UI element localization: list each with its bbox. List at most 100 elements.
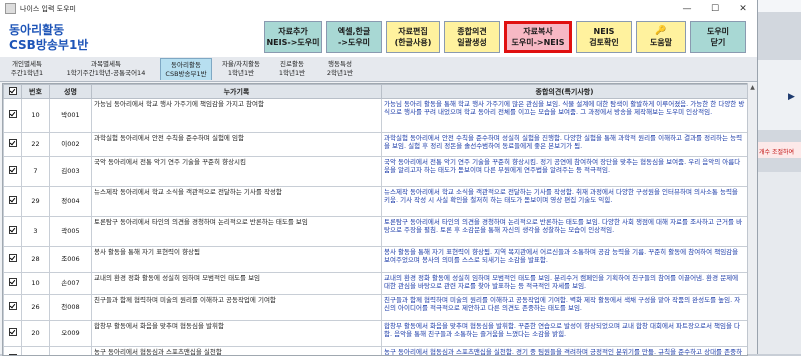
minimize-button[interactable]: —: [673, 0, 701, 17]
row-number: 20: [22, 321, 50, 347]
tab-career[interactable]: 진로활동 1학년1반: [270, 58, 314, 80]
select-all-checkbox[interactable]: [4, 85, 22, 99]
table-row[interactable]: 10손007교내의 환경 정화 활동에 성실히 임하며 모범적인 태도를 보임교…: [4, 273, 748, 295]
tab-subject[interactable]: 과목별세특 1학기주간1학년-공통국어14: [54, 58, 158, 80]
background-area: [758, 172, 801, 354]
row-opinion[interactable]: 과학실험 동아리에서 안전 수칙을 준수하며 성실히 실험을 진행함. 다양한 …: [382, 133, 748, 157]
row-opinion[interactable]: 뉴스제작 동아리에서 학교 소식을 객관적으로 전달하는 기사를 작성함. 취재…: [382, 187, 748, 217]
neis-review-button[interactable]: NEIS 검토확인: [576, 21, 632, 53]
tab-sublabel: CSB방송부1반: [161, 70, 211, 79]
tab-label: 행동특성: [318, 60, 362, 69]
import-excel-hwp-button[interactable]: 엑셀,한글 ->도우미: [326, 21, 382, 53]
tab-sublabel: 1학기주간1학년-공통국어14: [54, 69, 158, 78]
row-checkbox[interactable]: [4, 157, 22, 187]
row-name: 박001: [50, 99, 92, 133]
row-number: 29: [22, 187, 50, 217]
table-row[interactable]: 29정004뉴스제작 동아리에서 학교 소식을 객관적으로 전달하는 기사를 작…: [4, 187, 748, 217]
table-row[interactable]: 7김003국악 동아리에서 전통 악기 연주 기술을 꾸준히 향상시킴국악 동아…: [4, 157, 748, 187]
row-name: 정004: [50, 187, 92, 217]
window-title: 나이스 입력 도우미: [20, 4, 673, 14]
checkbox-icon: [9, 302, 17, 310]
row-checkbox[interactable]: [4, 321, 22, 347]
app-window: 나이스 입력 도우미 — ☐ ✕ 동아리활동 CSB방송부1반 자료추가 NEI…: [0, 0, 758, 354]
maximize-button[interactable]: ☐: [701, 0, 729, 17]
batch-opinion-button[interactable]: 종합의견 일괄생성: [444, 21, 500, 53]
tab-label: 과목별세특: [54, 60, 158, 69]
row-checkbox[interactable]: [4, 295, 22, 321]
row-name: 곽005: [50, 217, 92, 247]
col-number[interactable]: 번호: [22, 85, 50, 99]
copy-to-neis-button[interactable]: 자료복사 도우미->NEIS: [504, 21, 572, 53]
table-row[interactable]: 3곽005토론탐구 동아리에서 타인의 의견을 경청하며 논리적으로 반론하는 …: [4, 217, 748, 247]
row-checkbox[interactable]: [4, 187, 22, 217]
batch-sub: 일괄생성: [457, 37, 486, 48]
tab-individual[interactable]: 개인별세특 주간1학년1: [4, 58, 50, 80]
scroll-up-icon[interactable]: ▲: [748, 83, 757, 92]
col-name[interactable]: 성명: [50, 85, 92, 99]
tab-club[interactable]: 동아리활동 CSB방송부1반: [160, 58, 212, 80]
help-label: 도움말: [650, 37, 672, 48]
row-number: 28: [22, 247, 50, 273]
row-number: 26: [22, 295, 50, 321]
tab-label: 진로활동: [270, 60, 314, 69]
tab-autonomy[interactable]: 자율/자치활동 1학년1반: [216, 58, 266, 80]
row-record[interactable]: 봉사 활동을 통해 자기 표현력이 향상됨: [92, 247, 382, 273]
row-opinion[interactable]: 토론탐구 동아리에서 타인의 의견을 경청하며 논리적으로 반론하는 태도를 보…: [382, 217, 748, 247]
records-grid: 번호 성명 누가기록 종합의견(특기사항) 10박001가능님 동아리에서 학교…: [2, 83, 748, 356]
checkbox-icon: [9, 196, 17, 204]
tab-sublabel: 주간1학년1: [4, 69, 50, 78]
tab-sublabel: 1학년1반: [270, 69, 314, 78]
row-record[interactable]: 가능님 동아리에서 학교 행사 가주기에 책임감을 가지고 참여함: [92, 99, 382, 133]
row-checkbox[interactable]: [4, 247, 22, 273]
copy-sub: 도우미->NEIS: [511, 37, 564, 48]
row-record[interactable]: 농구 동아리에서 협동심과 스포츠맨십을 실천함: [92, 347, 382, 356]
row-opinion[interactable]: 봉사 활동을 통해 자기 표현력이 향상됨. 지역 복지관에서 어르신들과 소통…: [382, 247, 748, 273]
row-record[interactable]: 합창부 활동에서 화음을 맞추며 협동심을 발휘함: [92, 321, 382, 347]
add-data-neis-button[interactable]: 자료추가 NEIS->도우미: [264, 21, 322, 53]
expand-arrow-icon[interactable]: ▶: [788, 92, 795, 102]
col-opinion[interactable]: 종합의견(특기사항): [382, 85, 748, 99]
checkbox-icon: [9, 226, 17, 234]
row-checkbox[interactable]: [4, 217, 22, 247]
toolbar-area: 동아리활동 CSB방송부1반 자료추가 NEIS->도우미 엑셀,한글 ->도우…: [0, 17, 757, 57]
row-opinion[interactable]: 가능님 동아리 활동을 통해 학교 행사 가주기에 많은 관심을 보임. 식물 …: [382, 99, 748, 133]
close-helper-button[interactable]: 도우미 닫기: [690, 21, 746, 53]
row-opinion[interactable]: 농구 동아리에서 협동심과 스포츠맨십을 실천함. 경기 중 팀원들을 격려하며…: [382, 347, 748, 356]
edit-data-button[interactable]: 자료편집 (한글사용): [386, 21, 440, 53]
row-checkbox[interactable]: [4, 347, 22, 356]
batch-label: 종합의견: [457, 26, 486, 37]
row-name: 조006: [50, 247, 92, 273]
close-button[interactable]: ✕: [729, 0, 757, 17]
row-opinion[interactable]: 교내의 환경 정화 활동에 성실히 임하며 모범적인 태도를 보임. 분리수거 …: [382, 273, 748, 295]
app-icon: [5, 3, 16, 14]
table-row[interactable]: 22이002과학실험 동아리에서 안전 수칙을 준수하며 실험에 임함과학실험 …: [4, 133, 748, 157]
table-row[interactable]: 20오009합창부 활동에서 화음을 맞추며 협동심을 발휘함합창부 활동에서 …: [4, 321, 748, 347]
table-row[interactable]: 32홍010농구 동아리에서 협동심과 스포츠맨십을 실천함농구 동아리에서 협…: [4, 347, 748, 356]
row-opinion[interactable]: 친구들과 함께 협력하며 미술의 원리를 이해하고 공동작업에 기여함. 벽화 …: [382, 295, 748, 321]
app-title: 동아리활동 CSB방송부1반: [9, 23, 88, 53]
row-name: 김003: [50, 157, 92, 187]
row-record[interactable]: 친구들과 함께 협력하며 미술의 원리를 이해하고 공동작업에 기여함: [92, 295, 382, 321]
col-record[interactable]: 누가기록: [92, 85, 382, 99]
row-name: 천008: [50, 295, 92, 321]
category-tabs: 개인별세특 주간1학년1 과목별세특 1학기주간1학년-공통국어14 동아리활동…: [0, 57, 757, 82]
copy-label: 자료복사: [523, 26, 552, 37]
table-row[interactable]: 26천008친구들과 함께 협력하며 미술의 원리를 이해하고 공동작업에 기여…: [4, 295, 748, 321]
row-record[interactable]: 과학실험 동아리에서 안전 수칙을 준수하며 실험에 임함: [92, 133, 382, 157]
row-record[interactable]: 국악 동아리에서 전통 악기 연주 기술을 꾸준히 향상시킴: [92, 157, 382, 187]
row-checkbox[interactable]: [4, 273, 22, 295]
row-record[interactable]: 교내의 환경 정화 활동에 성실히 임하며 모범적인 태도를 보임: [92, 273, 382, 295]
table-row[interactable]: 10박001가능님 동아리에서 학교 행사 가주기에 책임감을 가지고 참여함가…: [4, 99, 748, 133]
add-data-label: 자료추가: [278, 26, 307, 37]
row-record[interactable]: 토론탐구 동아리에서 타인의 의견을 경청하며 논리적으로 반론하는 태도를 보…: [92, 217, 382, 247]
tab-behavior[interactable]: 행동특성 2학년1반: [318, 58, 362, 80]
row-checkbox[interactable]: [4, 133, 22, 157]
row-checkbox[interactable]: [4, 99, 22, 133]
table-row[interactable]: 28조006봉사 활동을 통해 자기 표현력이 향상됨봉사 활동을 통해 자기 …: [4, 247, 748, 273]
help-button[interactable]: 🔑 도움말: [636, 21, 686, 53]
vertical-scrollbar[interactable]: ▲: [747, 83, 757, 354]
row-opinion[interactable]: 국악 동아리에서 전통 악기 연주 기술을 꾸준히 향상시킴. 정기 공연에 참…: [382, 157, 748, 187]
row-record[interactable]: 뉴스제작 동아리에서 학교 소식을 객관적으로 전달하는 기사를 작성함: [92, 187, 382, 217]
row-opinion[interactable]: 합창부 활동에서 화음을 맞추며 협동심을 발휘함. 꾸준한 연습으로 발성이 …: [382, 321, 748, 347]
checkbox-icon: [9, 328, 17, 336]
